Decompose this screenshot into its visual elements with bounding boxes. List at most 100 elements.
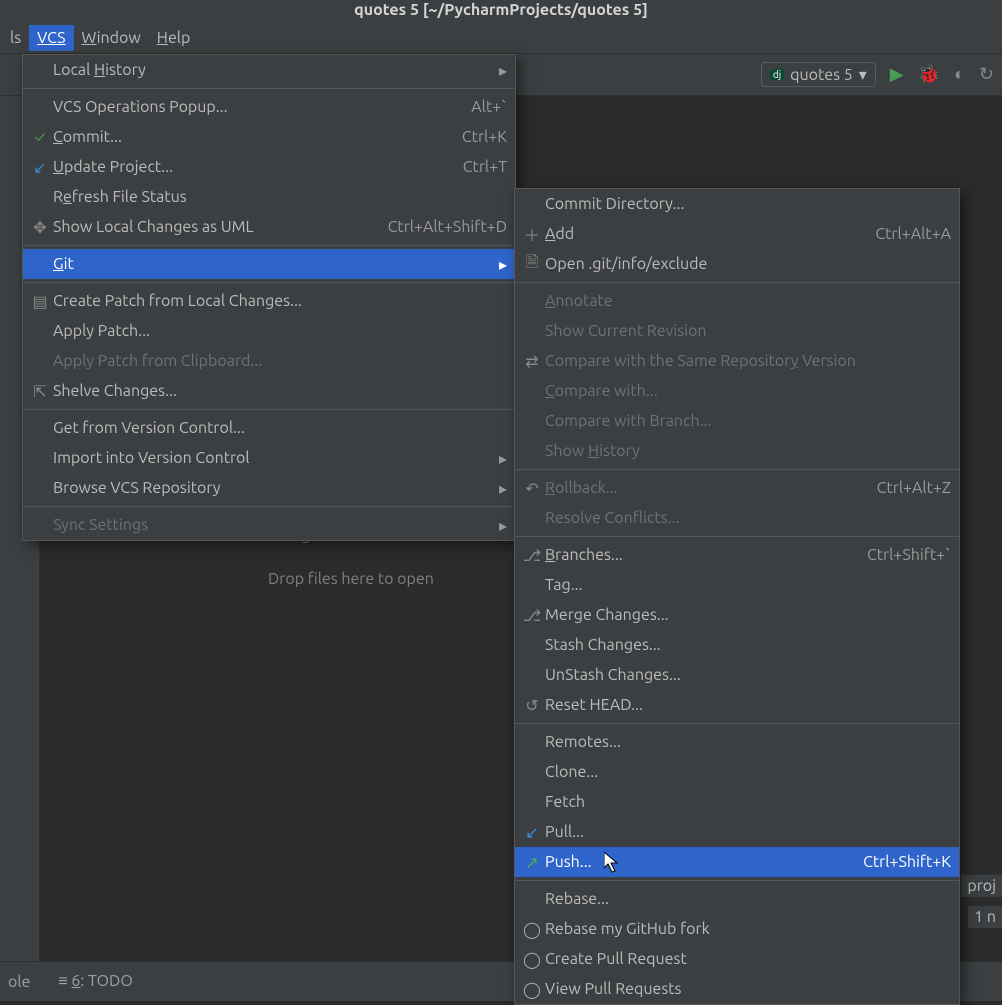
menu-item-shortcut: Ctrl+T	[453, 158, 507, 176]
console-tab[interactable]: ole	[8, 973, 30, 991]
menu-item-shortcut: Ctrl+Alt+Z	[867, 479, 951, 497]
menu-item-label: View Pull Requests	[543, 980, 951, 998]
vcs-menu-item-6[interactable]: ✥Show Local Changes as UMLCtrl+Alt+Shift…	[23, 212, 515, 242]
git-submenu-item-22[interactable]: Clone...	[515, 757, 959, 787]
menu-item-label: Refresh File Status	[51, 188, 507, 206]
git-submenu-item-9: Show History	[515, 436, 959, 466]
git-submenu-item-14[interactable]: ⎇Branches...Ctrl+Shift+`	[515, 540, 959, 570]
menu-item-label: Push...	[543, 853, 853, 871]
git-submenu-separator	[515, 282, 959, 283]
menu-tools[interactable]: ls	[2, 25, 29, 51]
menu-item-label: Pull...	[543, 823, 951, 841]
submenu-arrow-icon: ▸	[499, 255, 507, 274]
notification-count[interactable]: 1 n	[968, 906, 1002, 928]
menu-item-label: Clone...	[543, 763, 951, 781]
submenu-arrow-icon: ▸	[499, 61, 507, 80]
vcs-menu-item-19: Sync Settings▸	[23, 510, 515, 540]
menu-item-shortcut: Ctrl+Alt+A	[865, 225, 951, 243]
vcs-menu-item-13[interactable]: ⇱Shelve Changes...	[23, 376, 515, 406]
vcs-menu-item-8[interactable]: Git ▸	[23, 249, 515, 279]
menu-item-shortcut: Alt+`	[461, 98, 507, 116]
menu-item-icon: ↺	[521, 696, 543, 715]
vcs-menu-item-15[interactable]: Get from Version Control...	[23, 413, 515, 443]
menu-item-icon: ◯	[521, 950, 543, 969]
git-submenu-item-27[interactable]: Rebase...	[515, 884, 959, 914]
menu-vcs[interactable]: VCS	[29, 25, 73, 51]
run-icon[interactable]: ▶	[890, 64, 904, 85]
vcs-menu-separator	[23, 88, 515, 89]
vcs-menu-separator	[23, 506, 515, 507]
vcs-menu-item-3[interactable]: ✓Commit...Ctrl+K	[23, 122, 515, 152]
vcs-menu-item-12: Apply Patch from Clipboard...	[23, 346, 515, 376]
git-submenu-item-0[interactable]: Commit Directory...	[515, 189, 959, 219]
submenu-arrow-icon: ▸	[499, 479, 507, 498]
project-tool-tab[interactable]: proj	[961, 874, 1002, 897]
git-submenu-item-17[interactable]: Stash Changes...	[515, 630, 959, 660]
git-submenu-item-19[interactable]: ↺Reset HEAD...	[515, 690, 959, 720]
coverage-icon[interactable]: ◐	[954, 64, 965, 85]
vcs-menu-item-16[interactable]: Import into Version Control▸	[23, 443, 515, 473]
git-submenu-item-30[interactable]: ◯View Pull Requests	[515, 974, 959, 1004]
menu-item-label: Show Local Changes as UML	[51, 218, 378, 236]
git-submenu-item-4: Annotate	[515, 286, 959, 316]
menu-item-icon: ⎇	[521, 546, 543, 565]
git-submenu-separator	[515, 469, 959, 470]
menu-item-label: Stash Changes...	[543, 636, 951, 654]
run-config-selector[interactable]: dj quotes 5 ▾	[761, 62, 876, 87]
vcs-menu-item-17[interactable]: Browse VCS Repository ▸	[23, 473, 515, 503]
vcs-menu-item-5[interactable]: Refresh File Status	[23, 182, 515, 212]
menu-item-shortcut: Ctrl+K	[452, 128, 507, 146]
vcs-menu-item-0[interactable]: Local History▸	[23, 55, 515, 85]
git-submenu-separator	[515, 536, 959, 537]
menu-item-label: VCS Operations Popup...	[51, 98, 461, 116]
menu-item-label: Commit Directory...	[543, 195, 951, 213]
menu-item-icon: ↶	[521, 479, 543, 498]
git-submenu-item-24[interactable]: ↙Pull...	[515, 817, 959, 847]
menu-item-label: Compare with...	[543, 382, 951, 400]
git-submenu-item-2[interactable]: 🗎Open .git/info/exclude	[515, 249, 959, 279]
menu-item-label: Merge Changes...	[543, 606, 951, 624]
menu-item-icon: ◯	[521, 980, 543, 999]
vcs-menu-item-10[interactable]: ▤Create Patch from Local Changes...	[23, 286, 515, 316]
git-submenu-item-28[interactable]: ◯Rebase my GitHub fork	[515, 914, 959, 944]
git-submenu-item-7: Compare with...	[515, 376, 959, 406]
run-config-name: quotes 5	[790, 66, 853, 84]
menu-item-icon: ⇱	[29, 382, 51, 401]
todo-tab[interactable]: ≡ 6: TODO	[58, 972, 132, 991]
git-submenu-item-18[interactable]: UnStash Changes...	[515, 660, 959, 690]
menu-item-label: Reset HEAD...	[543, 696, 951, 714]
menu-item-label: Create Patch from Local Changes...	[51, 292, 507, 310]
drop-files-hint: Drop files here to open	[268, 570, 434, 588]
git-submenu-separator	[515, 880, 959, 881]
menu-item-icon: ⎇	[521, 606, 543, 625]
menu-item-label: Rollback...	[543, 479, 867, 497]
menu-item-label: Compare with Branch...	[543, 412, 951, 430]
git-submenu-item-15[interactable]: Tag...	[515, 570, 959, 600]
menu-item-label: Browse VCS Repository	[51, 479, 491, 497]
menu-item-label: Add	[543, 225, 865, 243]
git-submenu-item-6: ⇄Compare with the Same Repository Versio…	[515, 346, 959, 376]
menu-item-label: Rebase my GitHub fork	[543, 920, 951, 938]
git-submenu-item-1[interactable]: ＋AddCtrl+Alt+A	[515, 219, 959, 249]
vcs-menu-item-11[interactable]: Apply Patch...	[23, 316, 515, 346]
menu-item-label: Rebase...	[543, 890, 951, 908]
vcs-menu-item-4[interactable]: ↙Update Project...Ctrl+T	[23, 152, 515, 182]
menu-item-label: Git	[51, 255, 491, 273]
git-submenu-item-16[interactable]: ⎇Merge Changes...	[515, 600, 959, 630]
menu-help[interactable]: Help	[149, 25, 199, 51]
stop-icon[interactable]: ↻	[979, 64, 994, 85]
menu-item-icon: ▤	[29, 292, 51, 311]
menu-item-label: Compare with the Same Repository Version	[543, 352, 951, 370]
menu-item-label: Commit...	[51, 128, 452, 146]
menu-item-icon: ＋	[521, 222, 543, 246]
vcs-menu-item-2[interactable]: VCS Operations Popup...Alt+`	[23, 92, 515, 122]
menu-item-icon: ⇄	[521, 352, 543, 371]
git-submenu-item-21[interactable]: Remotes...	[515, 727, 959, 757]
git-submenu-item-25[interactable]: ↗Push...Ctrl+Shift+K	[515, 847, 959, 877]
menu-item-label: Annotate	[543, 292, 951, 310]
git-submenu-item-23[interactable]: Fetch	[515, 787, 959, 817]
menu-window[interactable]: Window	[74, 25, 149, 51]
git-submenu-item-29[interactable]: ◯Create Pull Request	[515, 944, 959, 974]
debug-icon[interactable]: 🐞	[918, 64, 940, 85]
menu-item-label: Fetch	[543, 793, 951, 811]
